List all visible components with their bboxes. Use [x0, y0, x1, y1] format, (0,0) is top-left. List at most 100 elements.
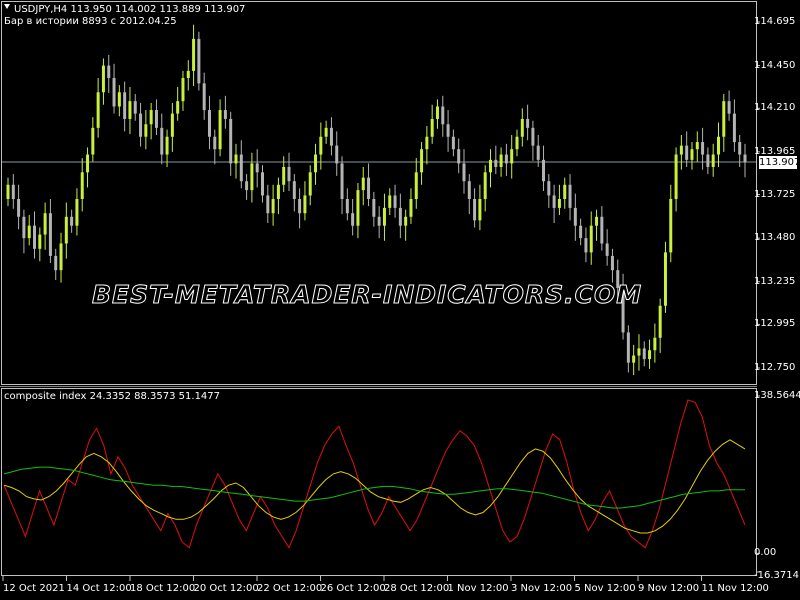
price-axis-label: 114.695 — [754, 16, 796, 27]
bull-candle — [557, 199, 561, 208]
bear-candle — [451, 136, 455, 150]
bear-candle — [54, 255, 58, 271]
bull-candle — [250, 163, 254, 191]
time-axis-label: 5 Nov 12:00 — [574, 583, 636, 594]
bear-candle — [223, 110, 227, 119]
bear-candle — [732, 113, 736, 143]
time-axis-label: 18 Oct 12:00 — [130, 583, 196, 594]
bear-candle — [494, 159, 498, 167]
bear-candle — [457, 149, 461, 164]
time-axis-label: 11 Nov 12:00 — [701, 583, 769, 594]
indicator-series-0 — [3, 399, 746, 549]
bull-candle — [404, 216, 408, 226]
indicator-series-2 — [3, 466, 745, 509]
bear-candle — [33, 225, 37, 249]
bull-candle — [144, 124, 148, 137]
terminal-window: USDJPY,H4 113.950 114.002 113.889 113.90… — [0, 0, 800, 600]
bull-candle — [388, 195, 392, 208]
bear-candle — [335, 145, 339, 164]
bull-candle — [271, 199, 275, 214]
bull-candle — [515, 136, 519, 150]
time-axis-label: 1 Nov 12:00 — [447, 583, 509, 594]
bull-candle — [563, 184, 567, 200]
bull-candle — [478, 199, 482, 221]
bear-candle — [547, 181, 551, 196]
time-axis-label: 26 Oct 12:00 — [320, 583, 386, 594]
bull-candle — [674, 154, 678, 200]
bear-candle — [266, 195, 270, 214]
bull-candle — [361, 177, 365, 191]
bull-candle — [186, 70, 190, 79]
bear-candle — [727, 101, 731, 114]
history-info: Бар в истории 8893 с 2012.04.25 — [4, 16, 177, 27]
bull-candle — [192, 38, 196, 71]
bear-candle — [377, 216, 381, 226]
bull-candle — [356, 190, 360, 226]
bull-candle — [425, 136, 429, 150]
bull-candle — [711, 154, 715, 167]
bear-candle — [22, 216, 26, 239]
bear-candle — [626, 332, 630, 363]
bear-candle — [70, 216, 74, 226]
bear-candle — [642, 348, 646, 360]
candles-group — [6, 24, 747, 376]
bear-candle — [292, 181, 296, 200]
bull-candle — [64, 216, 68, 244]
bull-candle — [165, 136, 169, 155]
bull-candle — [308, 172, 312, 196]
bull-candle — [75, 199, 79, 226]
price-axis-label: 112.995 — [754, 318, 796, 330]
indicator-lines — [3, 399, 746, 549]
indicator-frame — [1, 388, 757, 576]
bear-candle — [446, 124, 450, 137]
bear-candle — [154, 110, 158, 128]
bull-candle — [690, 149, 694, 160]
bull-candle — [695, 142, 699, 150]
bear-candle — [600, 216, 604, 244]
bull-candle — [653, 337, 657, 351]
bull-candle — [435, 106, 439, 119]
bull-candle — [128, 101, 132, 119]
bull-candle — [314, 154, 318, 173]
bull-candle — [663, 252, 667, 306]
bear-candle — [473, 199, 477, 221]
bull-candle — [101, 65, 105, 93]
bear-candle — [584, 238, 588, 253]
price-axis-label: 112.750 — [754, 362, 796, 373]
bull-candle — [499, 154, 503, 167]
bear-candle — [738, 142, 742, 155]
bull-candle — [319, 136, 323, 155]
bull-candle — [149, 110, 153, 125]
bear-candle — [345, 199, 349, 214]
bull-candle — [669, 199, 673, 253]
bull-candle — [595, 216, 599, 226]
bear-candle — [573, 207, 577, 226]
time-axis-label: 22 Oct 12:00 — [257, 583, 323, 594]
indicator-axis-label: 138.5644 — [754, 390, 800, 401]
bull-candle — [27, 225, 31, 239]
bull-candle — [86, 154, 90, 173]
price-axis-label: 113.725 — [754, 188, 796, 200]
bear-candle — [245, 181, 249, 191]
bull-candle — [722, 101, 726, 137]
bear-candle — [48, 213, 52, 256]
bull-candle — [420, 149, 424, 173]
bear-candle — [329, 127, 333, 146]
current-price-badge: 113.907 — [759, 156, 800, 169]
bear-candle — [536, 145, 540, 160]
bull-candle — [679, 145, 683, 155]
bear-candle — [441, 106, 445, 125]
bear-candle — [526, 118, 530, 128]
bear-candle — [11, 184, 15, 200]
bull-candle — [43, 213, 47, 235]
bear-candle — [351, 213, 355, 226]
bear-candle — [531, 127, 535, 146]
bear-candle — [542, 159, 546, 182]
bull-candle — [658, 305, 662, 338]
bear-candle — [398, 207, 402, 226]
bear-candle — [255, 163, 259, 173]
bull-candle — [282, 166, 286, 185]
bull-candle — [324, 127, 328, 137]
time-axis-label: 9 Nov 12:00 — [638, 583, 700, 594]
bear-candle — [202, 83, 206, 111]
